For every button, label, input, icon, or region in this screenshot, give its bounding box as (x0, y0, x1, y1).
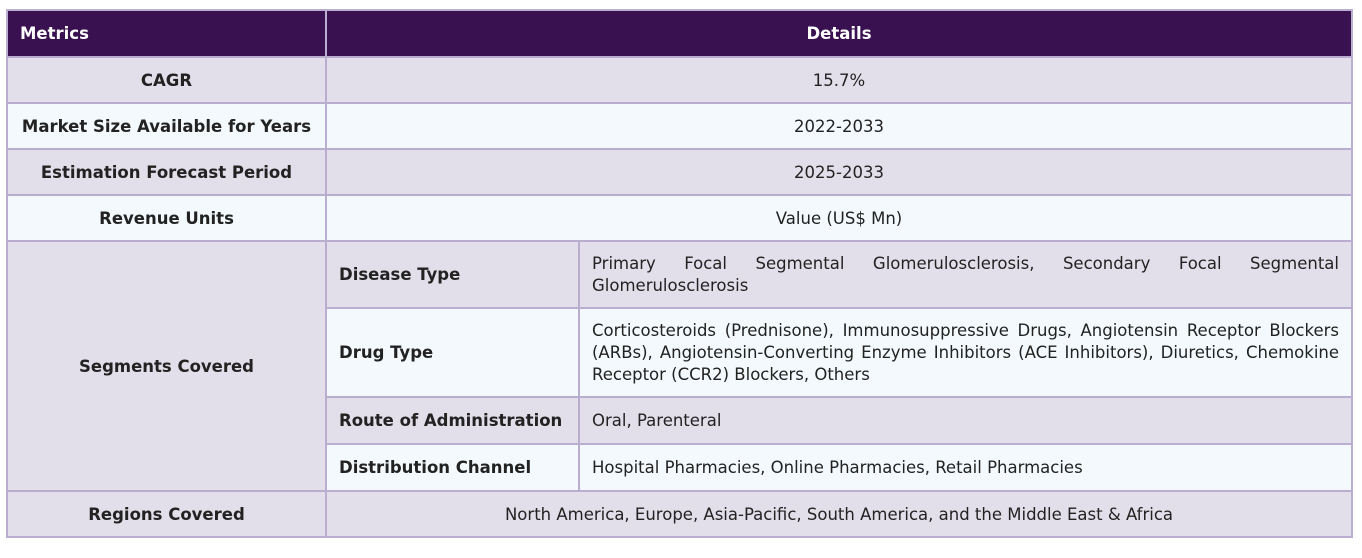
header-metrics: Metrics (6, 9, 327, 58)
segment-value: Oral, Parenteral (577, 396, 1354, 445)
segment-category: Disease Type (325, 240, 580, 309)
metric-value: 2025-2033 (324, 148, 1354, 196)
metric-label: Market Size Available for Years (6, 102, 327, 150)
regions-label: Regions Covered (6, 490, 327, 538)
table-row: CAGR 15.7% (6, 56, 1354, 104)
regions-value: North America, Europe, Asia-Pacific, Sou… (324, 490, 1354, 538)
header-details: Details (324, 9, 1354, 58)
metric-label: Revenue Units (6, 194, 327, 242)
table-row: Estimation Forecast Period 2025-2033 (6, 148, 1354, 196)
segment-category: Distribution Channel (325, 443, 580, 492)
segment-value: Corticosteroids (Prednisone), Immunosupp… (577, 307, 1354, 398)
metric-value: Value (US$ Mn) (324, 194, 1354, 242)
segment-value: Primary Focal Segmental Glomeruloscleros… (577, 240, 1354, 309)
segment-value: Hospital Pharmacies, Online Pharmacies, … (577, 443, 1354, 492)
segments-label: Segments Covered (6, 240, 327, 492)
metric-label: CAGR (6, 56, 327, 104)
metric-label: Estimation Forecast Period (6, 148, 327, 196)
metric-value: 2022-2033 (324, 102, 1354, 150)
segment-row: Segments Covered Disease Type Primary Fo… (6, 240, 1354, 492)
report-table: Metrics Details CAGR 15.7% Market Size A… (6, 9, 1354, 538)
metric-value: 15.7% (324, 56, 1354, 104)
segment-category: Drug Type (325, 307, 580, 398)
table-row: Market Size Available for Years 2022-203… (6, 102, 1354, 150)
segment-category: Route of Administration (325, 396, 580, 445)
table-row: Revenue Units Value (US$ Mn) (6, 194, 1354, 242)
header-row: Metrics Details (6, 9, 1354, 58)
table-row: Regions Covered North America, Europe, A… (6, 490, 1354, 538)
